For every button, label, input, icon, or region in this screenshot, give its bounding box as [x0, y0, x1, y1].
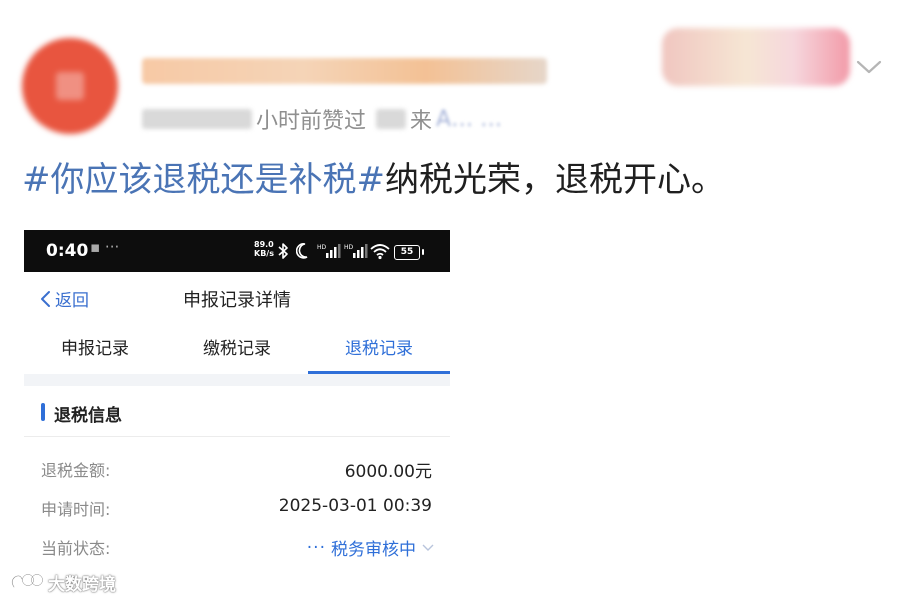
wifi-icon [370, 244, 390, 260]
refund-amount-value: 6000.00元 [344, 462, 432, 482]
nav-bar: 返回 申报记录详情 [24, 272, 450, 324]
moon-icon [296, 243, 308, 259]
section-accent-bar [41, 403, 45, 421]
refund-amount-row: 退税金额: 6000.00元 [24, 455, 450, 483]
status-progress-dots: ··· [306, 537, 326, 558]
chevron-down-icon[interactable] [852, 54, 886, 78]
tab-payment-records[interactable]: 缴税记录 [166, 328, 308, 374]
status-value[interactable]: ··· 税务审核中 [307, 535, 434, 560]
apply-time-value: 2025-03-01 00:39 [278, 496, 432, 516]
section-header: 退税信息 [24, 390, 450, 437]
watermark-logo-icon [11, 573, 43, 588]
username-blurred[interactable] [142, 58, 547, 84]
section-title: 退税信息 [54, 406, 122, 426]
signal-icon-2: HD [344, 244, 368, 258]
battery-icon: 55 [394, 245, 420, 260]
tabs-divider [24, 374, 450, 386]
watermark-text: 大数跨境 [48, 575, 116, 595]
tab-bar: 申报记录 缴税记录 退税记录 [24, 328, 450, 374]
network-speed: 89.0 KB/s [254, 240, 274, 258]
refund-amount-label: 退税金额: [41, 461, 111, 480]
phone-screenshot: 0:40 ▪ ··· 89.0 KB/s HD HD 55 返回 申报记录详情 … [24, 230, 450, 570]
meta-time-label: 小时前赞过 [256, 109, 367, 134]
page-title: 申报记录详情 [183, 290, 291, 311]
post-body-text: 纳税光荣，退税开心。 [384, 160, 725, 200]
watermark: 大数跨境 [8, 570, 116, 595]
current-status-label: 当前状态: [41, 539, 111, 558]
status-text: 税务审核中 [331, 540, 416, 560]
post-meta: 小时前赞过 来 A… … [142, 104, 502, 134]
battery-cap [422, 249, 424, 255]
apply-time-label: 申请时间: [41, 500, 111, 519]
meta-from-label: 来 [410, 109, 433, 134]
tab-declaration-records[interactable]: 申报记录 [24, 328, 166, 374]
avatar-blurred-content [56, 72, 84, 100]
weibo-post: 小时前赞过 来 A… … #你应该退税还是补税#纳税光荣，退税开心。 0:40 … [0, 0, 900, 600]
meta-source-link[interactable]: A… … [436, 107, 502, 132]
sticker-blurred [662, 28, 850, 86]
hashtag-link[interactable]: #你应该退税还是补税# [22, 160, 385, 200]
meta-blurred-gap [376, 109, 407, 129]
status-notification-dots: ▪ ··· [90, 238, 120, 256]
tab-refund-records[interactable]: 退税记录 [308, 328, 450, 374]
status-time: 0:40 [46, 241, 89, 261]
chevron-down-icon [422, 544, 434, 551]
network-speed-unit: KB/s [254, 249, 274, 258]
meta-blurred-time [142, 109, 252, 129]
svg-text:HD: HD [317, 244, 327, 251]
avatar[interactable] [22, 38, 118, 134]
apply-time-row: 申请时间: 2025-03-01 00:39 [24, 494, 450, 522]
status-bar: 0:40 ▪ ··· 89.0 KB/s HD HD 55 [24, 230, 450, 272]
svg-text:HD: HD [344, 244, 354, 251]
signal-icon: HD [317, 244, 341, 258]
current-status-row[interactable]: 当前状态: ··· 税务审核中 [24, 533, 450, 561]
network-speed-value: 89.0 [254, 240, 274, 249]
post-text: #你应该退税还是补税#纳税光荣，退税开心。 [22, 158, 725, 202]
bluetooth-icon [278, 243, 288, 259]
